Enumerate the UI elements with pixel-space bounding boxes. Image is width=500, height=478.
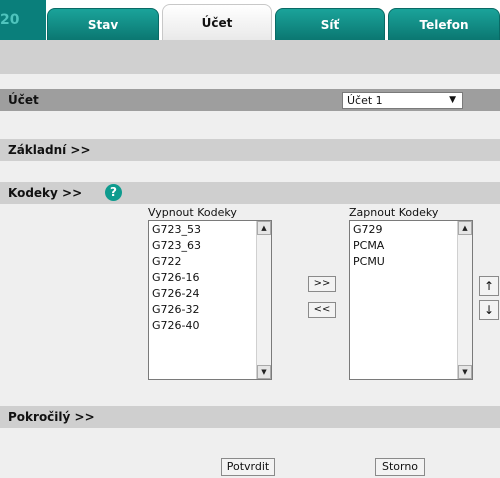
account-section-title: Účet — [8, 93, 39, 107]
tab-telefon[interactable]: Telefon — [388, 8, 500, 40]
tab-label: Telefon — [419, 17, 469, 32]
list-item[interactable]: G726-16 — [151, 270, 255, 286]
tab-label: Účet — [201, 15, 233, 30]
list-item[interactable]: G723_53 — [151, 222, 255, 238]
advanced-section-title: Pokročilý >> — [8, 410, 95, 424]
move-down-button[interactable]: ↓ — [479, 300, 499, 320]
add-codec-button[interactable]: >> — [308, 276, 336, 292]
scroll-up-icon[interactable]: ▲ — [257, 221, 271, 235]
tab-sit[interactable]: Síť — [275, 8, 385, 40]
brand-logo: 20 — [0, 0, 46, 40]
list-item[interactable]: G726-24 — [151, 286, 255, 302]
list-item[interactable]: G722 — [151, 254, 255, 270]
enabled-codecs-list[interactable]: G729 PCMA PCMU ▲ ▼ — [349, 220, 473, 380]
list-item[interactable]: PCMU — [352, 254, 456, 270]
confirm-button[interactable]: Potvrdit — [221, 458, 275, 476]
account-select[interactable]: Účet 1 ▼ — [342, 92, 463, 109]
codecs-section-title: Kodeky >> — [8, 186, 83, 200]
subheader-band — [0, 40, 500, 74]
help-icon[interactable]: ? — [105, 184, 122, 201]
list-item[interactable]: G726-40 — [151, 318, 255, 334]
scroll-up-icon[interactable]: ▲ — [458, 221, 472, 235]
scroll-down-icon[interactable]: ▼ — [458, 365, 472, 379]
cancel-button[interactable]: Storno — [375, 458, 425, 476]
disabled-codecs-list[interactable]: G723_53 G723_63 G722 G726-16 G726-24 G72… — [148, 220, 272, 380]
header-bar: 20 Stav Účet Síť Telefon — [0, 0, 500, 40]
tab-ucet[interactable]: Účet — [162, 4, 272, 40]
scrollbar[interactable]: ▲ ▼ — [256, 221, 271, 379]
move-up-button[interactable]: ↑ — [479, 276, 499, 296]
enabled-codecs-label: Zapnout Kodeky — [349, 206, 439, 219]
list-item[interactable]: PCMA — [352, 238, 456, 254]
advanced-section-bar[interactable]: Pokročilý >> — [0, 406, 500, 428]
basic-section-bar[interactable]: Základní >> — [0, 139, 500, 161]
scroll-down-icon[interactable]: ▼ — [257, 365, 271, 379]
tab-stav[interactable]: Stav — [47, 8, 159, 40]
logo-model-number: 20 — [0, 12, 20, 28]
tab-label: Stav — [87, 17, 119, 32]
remove-codec-button[interactable]: << — [308, 302, 336, 318]
list-item[interactable]: G723_63 — [151, 238, 255, 254]
list-item[interactable]: G726-32 — [151, 302, 255, 318]
list-item[interactable]: G729 — [352, 222, 456, 238]
disabled-codecs-label: Vypnout Kodeky — [148, 206, 237, 219]
tab-label: Síť — [320, 17, 340, 32]
basic-section-title: Základní >> — [8, 143, 91, 157]
codecs-section-bar[interactable]: Kodeky >> — [0, 182, 500, 204]
dropdown-arrow-icon: ▼ — [449, 95, 456, 105]
account-select-value: Účet 1 — [347, 94, 383, 107]
scrollbar[interactable]: ▲ ▼ — [457, 221, 472, 379]
